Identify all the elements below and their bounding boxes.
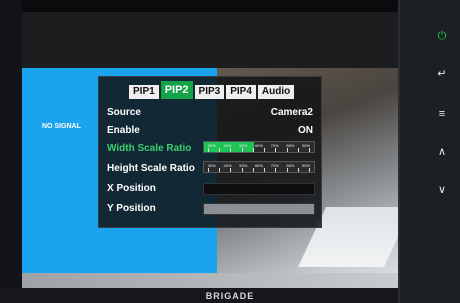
tab-pip3[interactable]: PIP3 <box>194 85 225 99</box>
power-icon[interactable]: ⏻ <box>430 26 454 46</box>
osd-menu: PIP1 PIP2 PIP3 PIP4 Audio Source Camera2… <box>98 76 322 228</box>
tab-pip1[interactable]: PIP1 <box>129 85 159 99</box>
enable-label: Enable <box>107 125 140 136</box>
down-arrow-icon[interactable]: ∨ <box>430 180 454 200</box>
width-scale-ticks <box>204 142 314 152</box>
osd-tab-bar: PIP1 PIP2 PIP3 PIP4 Audio <box>129 81 295 99</box>
x-position-label: X Position <box>107 183 156 194</box>
x-position-bar[interactable] <box>203 183 315 195</box>
enable-value[interactable]: ON <box>298 125 313 136</box>
tab-pip4[interactable]: PIP4 <box>226 85 256 99</box>
width-scale-slider[interactable]: 30% 40% 50% 60% 70% 80% 90% <box>203 141 315 153</box>
width-scale-label: Width Scale Ratio <box>107 143 192 154</box>
source-label: Source <box>107 107 141 118</box>
brand-logo: BRIGADE <box>205 291 255 301</box>
height-scale-ticks <box>204 162 314 172</box>
y-position-bar[interactable] <box>203 203 315 215</box>
y-position-label: Y Position <box>107 203 156 214</box>
monitor-bezel-left <box>0 0 22 303</box>
monitor-bezel-top <box>0 0 460 12</box>
height-scale-slider[interactable]: 30% 40% 50% 60% 70% 80% 90% <box>203 161 315 173</box>
enter-icon[interactable]: ↵ <box>430 64 454 84</box>
tab-pip2[interactable]: PIP2 <box>160 81 193 99</box>
menu-icon[interactable]: ≡ <box>430 104 454 124</box>
up-arrow-icon[interactable]: ∧ <box>430 142 454 162</box>
height-scale-label: Height Scale Ratio <box>107 163 195 174</box>
dark-region <box>22 12 398 68</box>
source-value[interactable]: Camera2 <box>271 107 313 118</box>
no-signal-label: NO SIGNAL <box>42 123 81 130</box>
tab-audio[interactable]: Audio <box>257 85 295 99</box>
monitor-screen: PIP1 PIP2 PIP3 PIP4 Audio Source Camera2… <box>22 12 398 288</box>
video-bottom-strip <box>22 273 398 288</box>
